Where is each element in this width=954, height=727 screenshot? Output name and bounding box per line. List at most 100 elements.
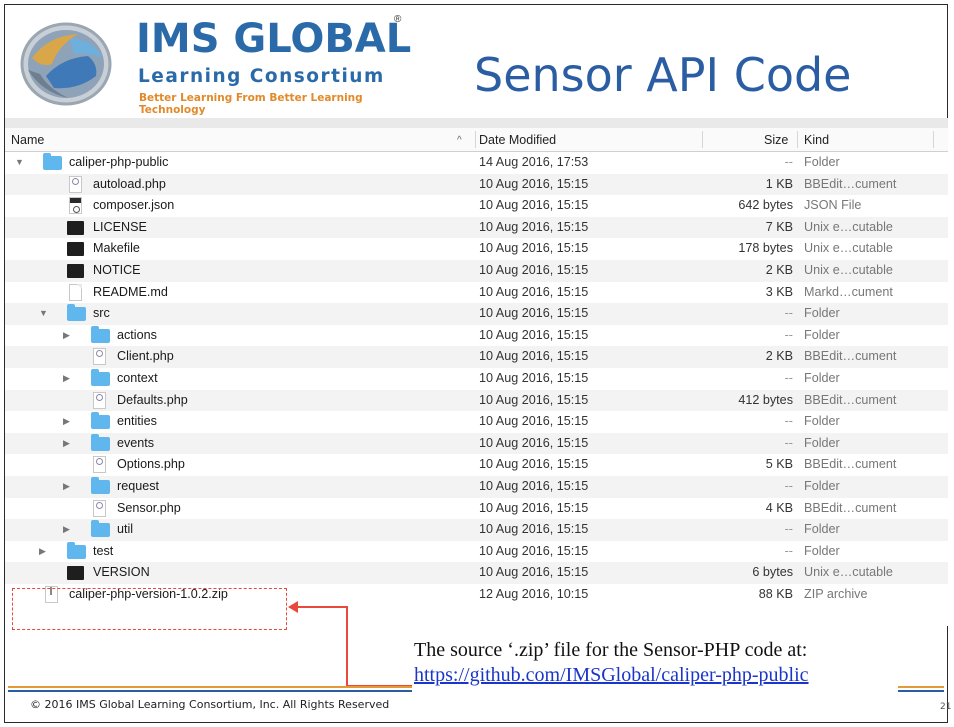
document-icon: [69, 283, 82, 301]
column-divider[interactable]: [702, 131, 703, 148]
file-name: autoload.php: [93, 176, 166, 191]
column-divider[interactable]: [933, 131, 934, 148]
disclosure-open-icon[interactable]: ▼: [39, 308, 48, 318]
file-kind: Folder: [804, 543, 840, 558]
folder-icon: [91, 476, 110, 494]
exec-file-icon: [67, 220, 84, 235]
column-kind-header[interactable]: Kind: [804, 133, 829, 147]
file-name: Makefile: [93, 241, 140, 256]
file-kind: Unix e…cutable: [804, 219, 893, 234]
file-size: 2 KB: [765, 262, 793, 277]
file-date: 10 Aug 2016, 15:15: [479, 435, 589, 450]
file-date: 10 Aug 2016, 15:15: [479, 198, 589, 213]
file-date: 10 Aug 2016, 15:15: [479, 284, 589, 299]
file-kind: Folder: [804, 414, 840, 429]
file-row[interactable]: README.md 10 Aug 2016, 15:15 3 KB Markd…cum…: [5, 282, 948, 304]
php-file-icon: [69, 175, 82, 193]
file-row[interactable]: Defaults.php 10 Aug 2016, 15:15 412 bytes B…: [5, 389, 948, 412]
php-file-icon: [93, 499, 106, 517]
file-row[interactable]: autoload.php 10 Aug 2016, 15:15 1 KB BBEdit…: [5, 173, 948, 196]
disclosure-open-icon[interactable]: ▼: [15, 157, 24, 167]
file-size: 412 bytes: [738, 392, 793, 407]
file-kind: JSON File: [804, 198, 862, 213]
file-date: 10 Aug 2016, 15:15: [479, 327, 589, 342]
column-divider[interactable]: [797, 131, 798, 148]
github-link[interactable]: https://github.com/IMSGlobal/caliper-php…: [414, 664, 809, 687]
file-name: test: [93, 543, 114, 558]
file-name: util: [117, 522, 134, 537]
file-row[interactable]: Sensor.php 10 Aug 2016, 15:15 4 KB BBEdit…c…: [5, 498, 948, 520]
disclosure-closed-icon[interactable]: ▶: [39, 546, 46, 557]
file-row[interactable]: Client.php 10 Aug 2016, 15:15 2 KB BBEdit…c…: [5, 346, 948, 368]
file-kind: Folder: [804, 155, 840, 169]
file-row[interactable]: ▶ context 10 Aug 2016, 15:15 -- Folder: [5, 368, 948, 390]
file-date: 10 Aug 2016, 15:15: [479, 522, 589, 537]
disclosure-closed-icon[interactable]: ▶: [63, 416, 70, 427]
file-kind: Folder: [804, 327, 840, 342]
exec-file-icon: [67, 263, 84, 278]
file-date: 10 Aug 2016, 15:15: [479, 241, 589, 256]
file-size: 5 KB: [765, 457, 793, 472]
file-date: 10 Aug 2016, 15:15: [479, 262, 589, 277]
disclosure-closed-icon[interactable]: ▶: [63, 438, 70, 449]
slide-title: Sensor API Code: [474, 48, 852, 102]
file-name: Client.php: [117, 349, 174, 364]
file-name: LICENSE: [93, 219, 147, 234]
file-row[interactable]: ▶ request 10 Aug 2016, 15:15 -- Folder: [5, 475, 948, 498]
file-date: 10 Aug 2016, 15:15: [479, 565, 589, 580]
file-date: 10 Aug 2016, 15:15: [479, 349, 589, 364]
folder-icon: [91, 325, 110, 343]
disclosure-closed-icon[interactable]: ▶: [63, 481, 70, 492]
file-date: 10 Aug 2016, 15:15: [479, 500, 589, 515]
disclosure-closed-icon[interactable]: ▶: [63, 330, 70, 341]
callout-text: The source ‘.zip’ file for the Sensor-PH…: [414, 639, 808, 661]
column-date-header[interactable]: Date Modified: [479, 133, 556, 147]
disclosure-closed-icon[interactable]: ▶: [63, 524, 70, 535]
folder-icon: [91, 433, 110, 451]
file-size: --: [784, 414, 793, 429]
file-name: context: [117, 370, 158, 385]
file-row[interactable]: VERSION 10 Aug 2016, 15:15 6 bytes Unix e…c…: [5, 562, 948, 584]
folder-icon: [67, 304, 86, 322]
logo-subtitle: Learning Consortium: [138, 66, 385, 87]
file-date: 10 Aug 2016, 15:15: [479, 306, 589, 321]
file-date: 10 Aug 2016, 15:15: [479, 219, 589, 234]
file-name: actions: [117, 327, 157, 342]
file-row[interactable]: ▶ util 10 Aug 2016, 15:15 -- Folder: [5, 519, 948, 541]
file-kind: BBEdit…cument: [804, 457, 897, 472]
file-size: --: [784, 435, 793, 450]
file-row[interactable]: NOTICE 10 Aug 2016, 15:15 2 KB Unix e…cutab…: [5, 259, 948, 282]
file-size: 6 bytes: [752, 565, 793, 580]
file-row[interactable]: composer.json 10 Aug 2016, 15:15 642 bytes…: [5, 195, 948, 217]
file-size: 7 KB: [765, 219, 793, 234]
file-row[interactable]: ▶ actions 10 Aug 2016, 15:15 -- Folder: [5, 325, 948, 347]
column-name-header[interactable]: Name: [11, 133, 44, 147]
file-row[interactable]: ▼ caliper-php-public 14 Aug 2016, 17:53 -- F…: [5, 152, 948, 174]
finder-window: Name ^ Date Modified Size Kind ▼ caliper-…: [5, 118, 948, 626]
file-row[interactable]: ▶ test 10 Aug 2016, 15:15 -- Folder: [5, 541, 948, 563]
file-kind: BBEdit…cument: [804, 392, 897, 407]
file-row[interactable]: Makefile 10 Aug 2016, 15:15 178 bytes Unix …: [5, 238, 948, 260]
footer-rule-blue-right: [898, 690, 944, 692]
file-size: 1 KB: [765, 176, 793, 191]
file-name: VERSION: [93, 565, 150, 580]
file-date: 10 Aug 2016, 15:15: [479, 414, 589, 429]
file-kind: Folder: [804, 435, 840, 450]
file-row[interactable]: ▶ entities 10 Aug 2016, 15:15 -- Folder: [5, 411, 948, 433]
file-row[interactable]: LICENSE 10 Aug 2016, 15:15 7 KB Unix e…cuta…: [5, 216, 948, 239]
file-row[interactable]: ▼ src 10 Aug 2016, 15:15 -- Folder: [5, 303, 948, 325]
file-name: Options.php: [117, 457, 185, 472]
disclosure-closed-icon[interactable]: ▶: [63, 373, 70, 384]
json-file-icon: [69, 197, 82, 215]
column-divider[interactable]: [475, 131, 476, 148]
file-size: 3 KB: [765, 284, 793, 299]
sort-ascending-icon[interactable]: ^: [457, 135, 462, 146]
file-name: Sensor.php: [117, 500, 181, 515]
column-size-header[interactable]: Size: [764, 133, 788, 147]
file-size: 178 bytes: [738, 241, 793, 256]
file-row[interactable]: ▶ events 10 Aug 2016, 15:15 -- Folder: [5, 432, 948, 455]
file-row[interactable]: Options.php 10 Aug 2016, 15:15 5 KB BBEdit……: [5, 454, 948, 476]
logo-tagline: Better Learning From Better Learning Tec…: [139, 92, 363, 116]
file-name: NOTICE: [93, 262, 141, 277]
file-date: 14 Aug 2016, 17:53: [479, 155, 589, 169]
